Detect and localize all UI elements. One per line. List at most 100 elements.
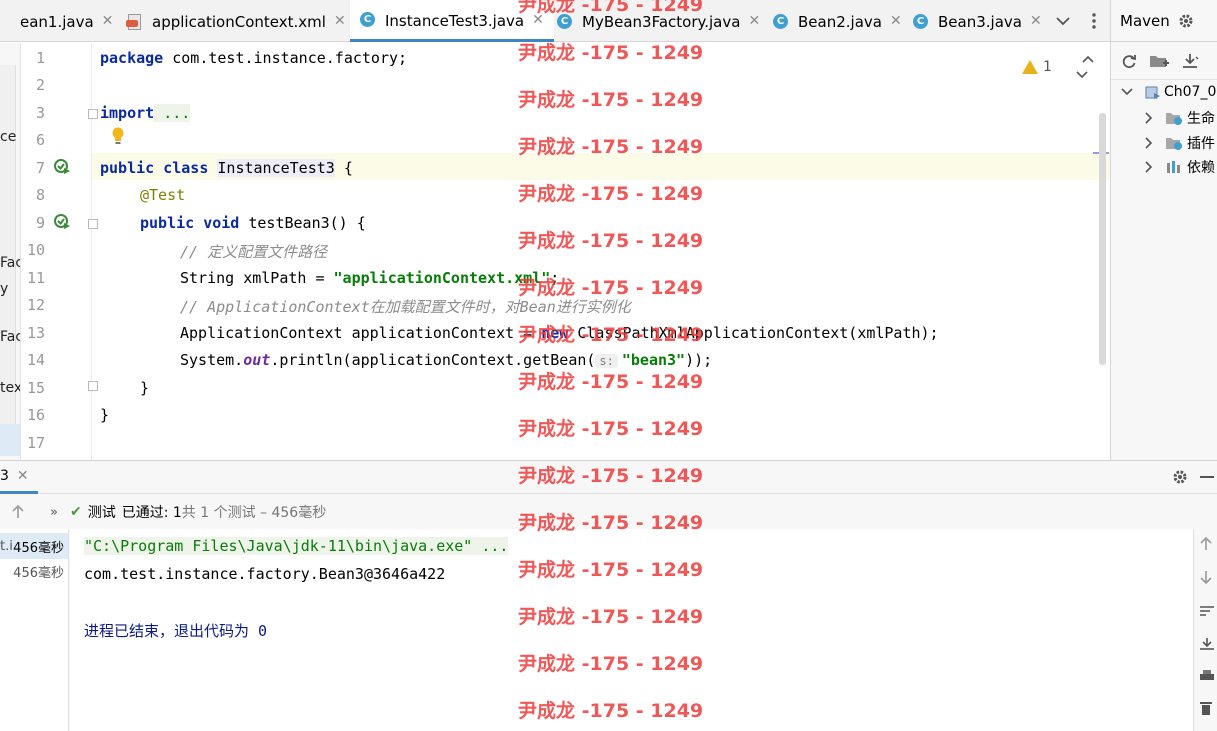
code-text: )); — [685, 351, 713, 369]
chevron-down-icon[interactable] — [1121, 88, 1133, 96]
editor-scrollbar[interactable] — [1099, 113, 1106, 365]
code-text: ; — [550, 269, 560, 287]
lightbulb-icon[interactable] — [111, 127, 125, 145]
trash-icon[interactable] — [1200, 701, 1212, 715]
arrow-up-icon[interactable] — [12, 505, 24, 519]
navigate-arrows[interactable] — [1068, 51, 1110, 83]
check-icon: ✔ — [69, 504, 82, 520]
close-icon[interactable]: ✕ — [890, 13, 902, 29]
close-icon[interactable]: ✕ — [532, 12, 544, 28]
line-number: 2 — [35, 76, 45, 94]
line-number: 7 — [35, 159, 45, 177]
maven-item-label: 依赖 — [1187, 160, 1215, 176]
code-text: } — [100, 406, 110, 424]
download-icon[interactable] — [1181, 53, 1199, 69]
plugins-folder-icon — [1166, 138, 1182, 150]
arrow-up-icon[interactable] — [1200, 537, 1212, 551]
add-maven-project-icon[interactable] — [1149, 53, 1169, 69]
run-tab-label: 3 — [0, 468, 9, 484]
more-actions-icon[interactable]: » — [50, 505, 58, 520]
tab-bean3[interactable]: C Bean3.java ✕ — [913, 0, 1042, 42]
editor-gutter: 1 2 3 6 7 8 9 10 11 12 13 14 15 16 17 — [21, 43, 92, 460]
maven-lifecycle-row[interactable]: 生命 — [1145, 108, 1215, 128]
chevron-down-icon[interactable] — [1050, 0, 1076, 42]
line-number: 13 — [26, 324, 45, 342]
chevron-right-icon[interactable] — [1145, 161, 1153, 173]
fold-marker-icon[interactable] — [88, 109, 98, 119]
run-tab-bar: 3 ✕ — [0, 461, 1217, 494]
run-tab[interactable]: 3 ✕ — [0, 461, 38, 494]
tab-mybean3factory[interactable]: C MyBean3Factory.java ✕ — [557, 0, 760, 42]
close-icon[interactable]: ✕ — [1030, 13, 1042, 29]
warning-icon — [1022, 60, 1038, 74]
minimize-icon[interactable] — [1200, 476, 1214, 479]
maven-plugins-row[interactable]: 插件 — [1145, 133, 1215, 153]
code-text: System. — [180, 351, 244, 369]
project-item-fragment[interactable]: y — [0, 281, 8, 297]
chevron-up-icon[interactable] — [1082, 55, 1094, 63]
code-editor[interactable]: 1 2 3 6 7 8 9 10 11 12 13 14 15 16 17 pa… — [21, 43, 1110, 460]
code-text: ClassPathXmlApplicationContext(xmlPath); — [568, 324, 939, 342]
run-test-icon[interactable] — [53, 158, 71, 176]
maven-dependencies-row[interactable]: 依赖 — [1145, 157, 1215, 177]
run-test-icon[interactable] — [53, 213, 71, 231]
inspection-widget[interactable]: 1 — [1022, 51, 1110, 83]
project-item-fragment[interactable]: tex — [0, 380, 20, 396]
keyword: public void — [140, 214, 240, 232]
project-panel-fragment: ce Fac y Fac tex — [0, 43, 21, 460]
fold-marker-icon[interactable] — [88, 219, 98, 229]
folded-imports[interactable]: ... — [154, 104, 191, 122]
print-icon[interactable] — [1200, 670, 1214, 682]
line-number: 10 — [26, 241, 45, 259]
code-text: { — [334, 159, 353, 177]
test-tree: t.i 456毫秒 456毫秒 — [0, 529, 69, 731]
tab-instance-test3[interactable]: C InstanceTest3.java ✕ — [350, 0, 554, 42]
maven-project-row[interactable]: Ch07_0 — [1121, 84, 1216, 100]
gear-icon[interactable] — [1172, 469, 1188, 485]
soft-wrap-icon[interactable] — [1200, 605, 1214, 617]
chevron-right-icon[interactable] — [1145, 112, 1153, 124]
lifecycle-folder-icon — [1166, 113, 1182, 125]
keyword: new — [541, 324, 569, 342]
xml-file-icon — [126, 13, 142, 30]
close-icon[interactable]: ✕ — [102, 13, 114, 29]
status-label: 测试 — [87, 505, 116, 521]
fold-marker-icon[interactable] — [88, 381, 98, 391]
chevron-down-icon[interactable] — [1076, 71, 1088, 79]
test-time: 456毫秒 — [13, 540, 64, 556]
code-line: } — [140, 379, 149, 397]
line-number: 17 — [26, 434, 45, 452]
test-tree-row[interactable]: 456毫秒 — [0, 558, 68, 584]
project-item-fragment[interactable]: Fac — [0, 329, 20, 345]
keyword: import — [100, 104, 155, 122]
refresh-icon[interactable] — [1121, 53, 1137, 69]
tab-label: Bean3.java — [938, 13, 1022, 31]
class-icon: C — [773, 13, 788, 29]
scroll-to-end-icon[interactable] — [1200, 637, 1214, 651]
console-output[interactable]: "C:\Program Files\Java\jdk-11\bin\java.e… — [70, 529, 1193, 731]
project-item-fragment[interactable]: Fac — [0, 255, 20, 271]
tab-bean1[interactable]: ean1.java ✕ — [20, 0, 113, 42]
class-name: InstanceTest3 — [217, 159, 335, 177]
tab-bean2[interactable]: C Bean2.java ✕ — [773, 0, 902, 42]
close-icon[interactable]: ✕ — [748, 13, 760, 29]
chevron-right-icon[interactable] — [1145, 137, 1153, 149]
test-tree-row[interactable]: t.i 456毫秒 — [0, 533, 68, 559]
arrow-down-icon[interactable] — [1200, 570, 1212, 584]
class-icon: C — [557, 13, 572, 29]
tab-application-context-xml[interactable]: applicationContext.xml ✕ — [126, 0, 346, 42]
code-text: ApplicationContext applicationContext = — [180, 324, 542, 342]
close-icon[interactable]: ✕ — [334, 13, 346, 29]
maven-panel: Maven Ch07_0 生命 插件 依赖 — [1110, 0, 1217, 460]
gear-icon[interactable] — [1178, 13, 1194, 29]
status-detail: 共 1 个测试 – 456毫秒 — [181, 505, 327, 521]
project-item-fragment[interactable]: ce — [0, 129, 16, 145]
string-literal: "bean3" — [621, 351, 686, 369]
test-results-toolbar: » ✔ 测试 已通过: 1 共 1 个测试 – 456毫秒 — [0, 495, 1217, 529]
console-line: com.test.instance.factory.Bean3@3646a422 — [84, 565, 446, 583]
close-icon[interactable]: ✕ — [17, 468, 29, 484]
warning-count: 1 — [1043, 59, 1052, 75]
console-line: "C:\Program Files\Java\jdk-11\bin\java.e… — [84, 537, 509, 555]
more-options-icon[interactable] — [1082, 0, 1106, 42]
tab-label: MyBean3Factory.java — [582, 13, 741, 31]
